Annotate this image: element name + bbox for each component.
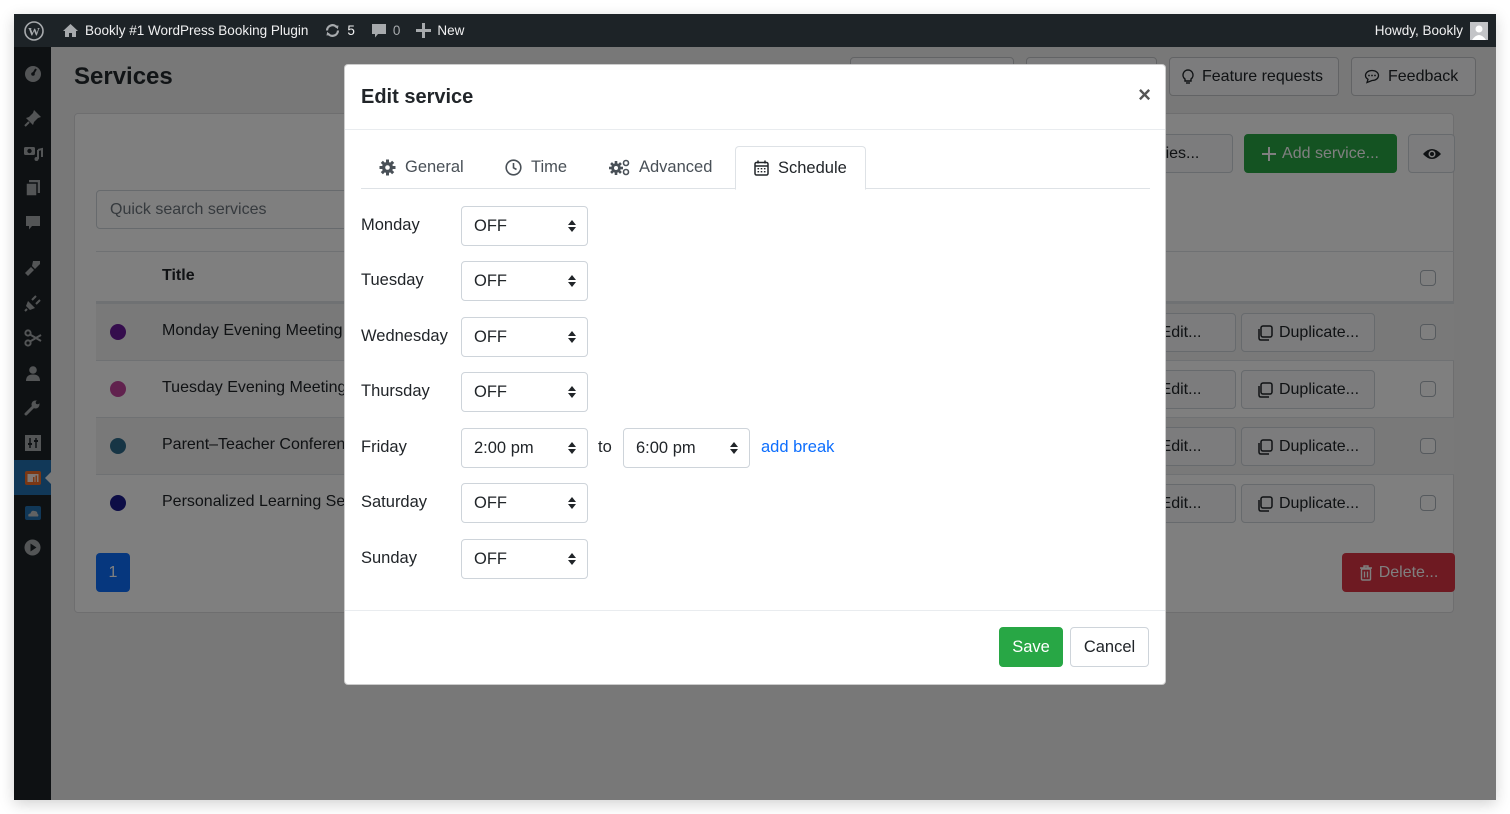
select-value: OFF <box>474 382 507 401</box>
sunday-start-select[interactable]: OFF <box>461 539 588 579</box>
tab-advanced-label: Advanced <box>639 158 713 176</box>
updates-count: 5 <box>347 23 355 38</box>
site-name-link[interactable]: Bookly #1 WordPress Booking Plugin <box>54 14 316 47</box>
comments-link[interactable]: 0 <box>363 14 409 47</box>
tuesday-start-select[interactable]: OFF <box>461 261 588 301</box>
friday-start-select[interactable]: 2:00 pm <box>461 428 588 468</box>
tab-schedule[interactable]: Schedule <box>735 146 866 190</box>
cancel-button[interactable]: Cancel <box>1070 627 1149 667</box>
save-button[interactable]: Save <box>999 627 1063 667</box>
greeting: Howdy, Bookly <box>1374 23 1463 38</box>
admin-bar: W Bookly #1 WordPress Booking Plugin 5 0… <box>14 14 1496 47</box>
plus-icon <box>416 23 432 38</box>
new-content-link[interactable]: New <box>408 14 472 47</box>
thursday-start-select[interactable]: OFF <box>461 372 588 412</box>
wordpress-icon: W <box>24 20 44 41</box>
wednesday-start-select[interactable]: OFF <box>461 317 588 357</box>
tab-schedule-label: Schedule <box>778 158 847 177</box>
browser-window: W Bookly #1 WordPress Booking Plugin 5 0… <box>14 14 1496 800</box>
new-label: New <box>437 23 465 38</box>
select-value: 6:00 pm <box>636 438 696 457</box>
day-label: Sunday <box>361 549 417 567</box>
select-caret-icon <box>568 331 576 343</box>
select-caret-icon <box>568 220 576 232</box>
updates-icon <box>324 22 341 39</box>
saturday-start-select[interactable]: OFF <box>461 483 588 523</box>
site-name: Bookly #1 WordPress Booking Plugin <box>85 23 309 38</box>
edit-service-modal: Edit service × General Time Advanced Sch… <box>344 64 1166 685</box>
monday-start-select[interactable]: OFF <box>461 206 588 246</box>
clock-icon <box>505 159 522 176</box>
schedule-row-friday: Friday 2:00 pm to 6:00 pm add break <box>361 428 961 468</box>
select-value: OFF <box>474 493 507 512</box>
gear-icon <box>379 159 396 176</box>
day-label: Friday <box>361 438 407 456</box>
day-label: Saturday <box>361 493 428 511</box>
select-caret-icon <box>568 553 576 565</box>
select-value: OFF <box>474 216 507 235</box>
select-value: OFF <box>474 327 507 346</box>
to-label: to <box>598 438 612 456</box>
comments-count: 0 <box>392 23 401 38</box>
svg-text:W: W <box>28 24 40 38</box>
close-icon[interactable]: × <box>1138 83 1151 107</box>
select-value: OFF <box>474 271 507 290</box>
updates-link[interactable]: 5 <box>316 14 363 47</box>
home-icon <box>62 23 79 38</box>
avatar <box>1470 21 1488 40</box>
gears-icon <box>609 159 630 176</box>
tab-time-label: Time <box>531 158 568 176</box>
modal-tabs: General Time Advanced Schedule <box>361 146 1150 190</box>
friday-end-select[interactable]: 6:00 pm <box>623 428 750 468</box>
calendar-icon <box>754 160 769 176</box>
day-label: Thursday <box>361 382 430 400</box>
tab-general[interactable]: General <box>361 146 482 189</box>
tab-general-label: General <box>405 158 464 176</box>
select-value: 2:00 pm <box>474 438 534 457</box>
select-caret-icon <box>568 386 576 398</box>
day-label: Wednesday <box>361 327 448 345</box>
modal-footer: Save Cancel <box>345 610 1165 684</box>
modal-header: Edit service × <box>345 65 1165 130</box>
modal-title: Edit service <box>361 86 474 108</box>
day-label: Monday <box>361 216 420 234</box>
select-value: OFF <box>474 549 507 568</box>
tab-advanced[interactable]: Advanced <box>591 146 730 189</box>
my-account-link[interactable]: Howdy, Bookly <box>1367 14 1496 47</box>
comment-icon <box>371 23 387 39</box>
wordpress-logo-button[interactable]: W <box>14 14 54 47</box>
select-caret-icon <box>568 275 576 287</box>
select-caret-icon <box>568 497 576 509</box>
select-caret-icon <box>730 442 738 454</box>
select-caret-icon <box>568 442 576 454</box>
day-label: Tuesday <box>361 271 424 289</box>
tab-time[interactable]: Time <box>487 146 585 189</box>
add-break-link[interactable]: add break <box>761 438 834 457</box>
